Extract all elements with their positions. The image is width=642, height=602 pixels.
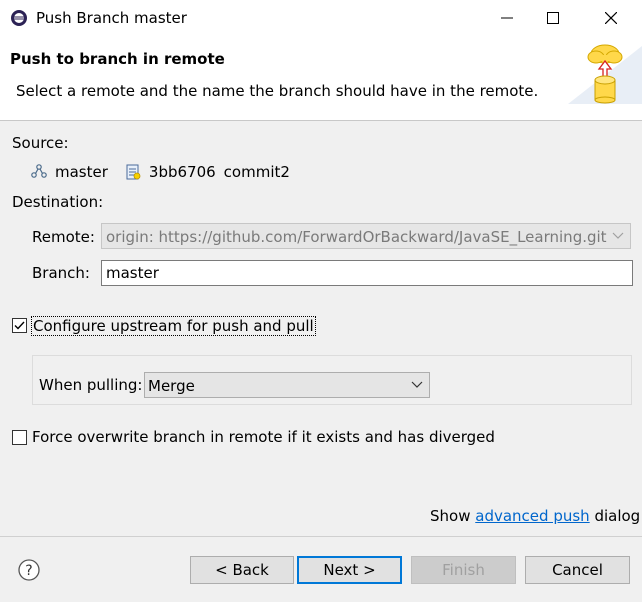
commit-message: commit2	[223, 163, 290, 181]
upstream-checkbox-label[interactable]: Configure upstream for push and pull	[31, 316, 316, 336]
commit-id: 3bb6706	[148, 163, 216, 181]
remote-value: origin: https://github.com/ForwardOrBack…	[106, 228, 607, 246]
branch-input[interactable]	[101, 260, 633, 286]
back-button[interactable]: < Back	[190, 556, 294, 584]
svg-text:?: ?	[25, 563, 32, 579]
page-description: Select a remote and the name the branch …	[16, 82, 539, 100]
help-icon[interactable]: ?	[18, 559, 40, 581]
destination-label: Destination:	[12, 193, 104, 211]
commit-icon	[124, 163, 142, 181]
wizard-banner	[568, 38, 642, 104]
window-title: Push Branch master	[36, 9, 187, 27]
force-checkbox-label[interactable]: Force overwrite branch in remote if it e…	[32, 428, 495, 446]
source-branch: master	[55, 163, 108, 181]
advanced-push-link[interactable]: advanced push	[475, 507, 589, 525]
cloud-push-icon	[568, 44, 642, 104]
force-checkbox[interactable]	[12, 430, 27, 445]
app-icon	[10, 9, 28, 27]
dropdown-arrow-icon	[612, 232, 624, 239]
dropdown-arrow-icon	[411, 381, 423, 388]
page-title: Push to branch in remote	[10, 50, 225, 68]
advanced-push-row: Show advanced push dialog	[430, 507, 640, 525]
next-button[interactable]: Next >	[297, 556, 402, 584]
source-label: Source:	[12, 134, 69, 152]
checkmark-icon	[14, 321, 25, 330]
cancel-button[interactable]: Cancel	[525, 556, 630, 584]
branch-icon	[30, 163, 48, 181]
maximize-icon	[547, 12, 559, 24]
remote-select: origin: https://github.com/ForwardOrBack…	[101, 223, 631, 249]
finish-button[interactable]: Finish	[411, 556, 516, 584]
advanced-prefix: Show	[430, 507, 471, 525]
close-button[interactable]	[588, 0, 634, 36]
title-bar: Push Branch master	[0, 0, 642, 36]
pull-select[interactable]: Merge	[144, 372, 430, 398]
button-bar-separator	[0, 536, 642, 537]
minimize-button[interactable]	[484, 0, 530, 36]
close-icon	[605, 12, 617, 24]
remote-label: Remote:	[32, 228, 95, 246]
upstream-checkbox[interactable]	[12, 318, 27, 333]
maximize-button[interactable]	[530, 0, 576, 36]
wizard-header: Push to branch in remote Select a remote…	[0, 36, 642, 121]
source-info: master 3bb6706 commit2	[30, 162, 290, 182]
pull-value: Merge	[148, 377, 195, 395]
pull-label: When pulling:	[39, 376, 143, 394]
minimize-icon	[501, 17, 513, 19]
branch-label: Branch:	[32, 264, 90, 282]
advanced-suffix: dialog	[594, 507, 641, 525]
